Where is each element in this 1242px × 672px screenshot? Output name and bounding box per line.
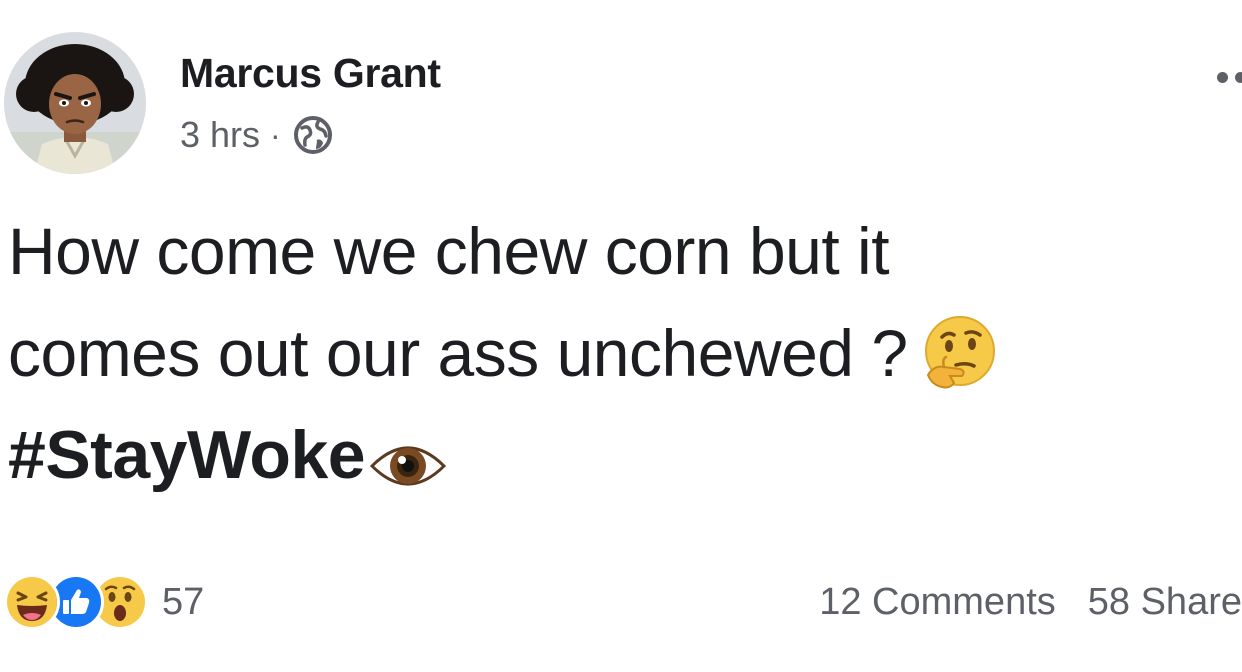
avatar[interactable]: [4, 32, 146, 174]
post-text-line: How come we chew corn but it: [8, 214, 890, 288]
thinking-face-icon: [920, 313, 1000, 393]
shares-count-link[interactable]: 58 Share: [1088, 581, 1242, 624]
profile-picture: [4, 32, 146, 174]
reaction-count[interactable]: 57: [162, 581, 204, 624]
globe-icon[interactable]: [293, 115, 333, 155]
eye-icon: [369, 422, 447, 486]
reactions-summary[interactable]: 57: [4, 570, 204, 634]
hashtag-line: #StayWoke: [8, 404, 1238, 506]
author-name[interactable]: Marcus Grant: [180, 50, 441, 97]
more-dot: [1217, 71, 1228, 83]
post-text-line: comes out our ass unchewed ?: [8, 316, 908, 390]
post-timestamp[interactable]: 3 hrs: [180, 114, 260, 156]
engagement-counts: 12 Comments 58 Share: [819, 570, 1242, 634]
facebook-post: Marcus Grant 3 hrs · How come we chew co…: [0, 0, 1242, 672]
hashtag-link[interactable]: #StayWoke: [8, 417, 366, 493]
post-text-line-with-emoji: comes out our ass unchewed ?: [8, 302, 1238, 404]
post-meta: 3 hrs ·: [180, 114, 333, 156]
more-dot: [1235, 71, 1242, 83]
post-text: How come we chew corn but it comes out o…: [8, 200, 1238, 506]
more-options-icon[interactable]: [1202, 62, 1242, 92]
meta-separator: ·: [270, 116, 281, 153]
comments-count-link[interactable]: 12 Comments: [819, 581, 1056, 624]
laughing-reaction-icon: [4, 574, 60, 630]
post-footer: 57 12 Comments 58 Share: [0, 570, 1242, 634]
